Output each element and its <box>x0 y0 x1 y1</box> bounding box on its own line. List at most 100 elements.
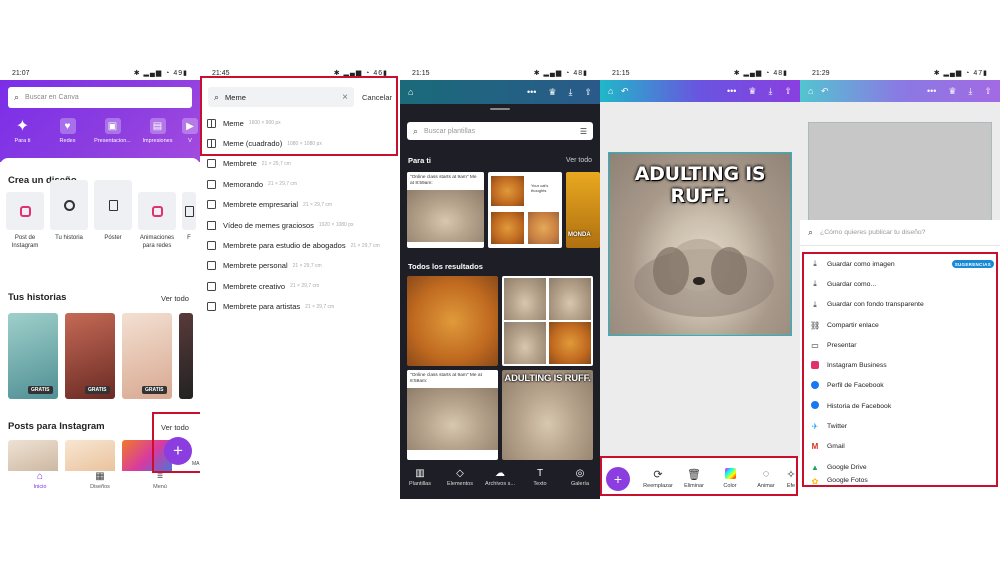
clear-icon[interactable]: × <box>342 92 348 103</box>
crown-icon[interactable]: ♛ <box>748 86 756 96</box>
template-card[interactable] <box>407 276 498 366</box>
download-icon[interactable]: ⤓ <box>568 87 572 97</box>
result-item[interactable]: Membrete para artistas 21 × 29,7 cm <box>200 297 400 317</box>
download-icon: ⤓ <box>813 279 817 289</box>
design-more[interactable]: F <box>182 192 196 250</box>
design-tu-historia[interactable]: Tu historia <box>50 180 88 250</box>
design-animaciones[interactable]: Animaciones para redes <box>138 192 176 250</box>
tab-galeria[interactable]: ◎ Galería <box>561 468 599 499</box>
template-card[interactable]: "Online class starts at 9am" Me at 8:59a… <box>407 172 484 248</box>
home-icon[interactable]: ⌂ <box>808 86 813 96</box>
result-item[interactable]: Membrete para estudio de abogados 21 × 29… <box>200 235 400 255</box>
search-input[interactable]: ⌕ Meme × <box>208 87 354 107</box>
option-guardar-imagen[interactable]: ⤓ Guardar como imagen SUGERENCIAS <box>800 254 1000 274</box>
print-icon: ▤ <box>149 118 166 134</box>
story-card[interactable]: GRATIS <box>65 313 115 399</box>
filter-icon[interactable]: ☰ <box>580 127 587 136</box>
home-icon[interactable]: ⌂ <box>408 87 413 97</box>
tool-reemplazar[interactable]: ⟳ Reemplazar <box>640 468 676 489</box>
see-all-link[interactable]: Ver todo <box>566 157 592 164</box>
template-card[interactable]: "Online class starts at 9am" Me at 8:59a… <box>407 370 498 460</box>
template-card[interactable]: Your cat's thoughts <box>488 172 562 248</box>
tab-plantillas[interactable]: ▥ Plantillas <box>401 468 439 499</box>
option-google-fotos[interactable]: ✿ Google Fotos <box>800 477 1000 487</box>
category-presentaciones[interactable]: ▣ Presentacion... <box>90 118 135 144</box>
animate-icon: ◌ <box>762 468 770 480</box>
template-search-input[interactable]: ⌕ Buscar plantillas ☰ <box>407 122 593 140</box>
category-para-ti[interactable]: ✦ Para ti <box>0 118 45 144</box>
option-gmail[interactable]: M Gmail <box>800 437 1000 457</box>
meme-image[interactable]: ADULTING IS RUFF. <box>608 152 792 336</box>
category-video[interactable]: ▶ V <box>180 118 200 144</box>
tool-animar[interactable]: ◌ Animar <box>748 468 784 489</box>
result-item[interactable]: Meme 1600 × 900 px <box>200 113 400 133</box>
search-input[interactable]: ⌕ Buscar en Canva <box>8 87 192 108</box>
more-icon[interactable]: ••• <box>527 87 536 97</box>
category-label: V <box>188 138 192 144</box>
add-fab-button[interactable]: + <box>606 466 630 491</box>
download-icon[interactable]: ⤓ <box>968 86 972 96</box>
template-card[interactable]: ADULTING IS RUFF. <box>502 370 593 460</box>
phone-editor: 21:15 ✱ ▂▄▆ ◔ 48▮ ⌂ ↶ ••• ♛ ⤓ ⇪ ADULTING IS… <box>600 66 800 499</box>
result-item[interactable]: Membrete personal 21 × 29,7 cm <box>200 256 400 276</box>
tab-archivos[interactable]: ☁ Archivos s... <box>481 468 519 499</box>
result-item[interactable]: Membrete 21 × 29,7 cm <box>200 154 400 174</box>
undo-icon[interactable]: ↶ <box>821 86 829 96</box>
tool-color[interactable]: Color <box>712 468 748 489</box>
templates-panel: ⌕ Buscar plantillas ☰ Para ti Ver todo "… <box>400 114 600 464</box>
option-label: Perfil de Facebook <box>827 382 884 390</box>
share-icon[interactable]: ⇪ <box>984 86 992 96</box>
stories-see-all-link[interactable]: Ver todo <box>161 294 189 303</box>
create-fab-button[interactable]: + <box>164 437 192 465</box>
nav-menu[interactable]: ≡ Menú <box>140 471 180 499</box>
category-bar: ✦ Para ti ♥ Redes ▣ Presentacion... ▤ Impres… <box>0 118 200 144</box>
option-compartir-enlace[interactable]: ⛓ Compartir enlace <box>800 315 1000 335</box>
more-icon[interactable]: ••• <box>727 86 736 96</box>
option-presentar[interactable]: ▭ Presentar <box>800 335 1000 355</box>
result-item[interactable]: Membrete empresarial 21 × 29,7 cm <box>200 195 400 215</box>
story-card[interactable]: GRATIS <box>122 313 172 399</box>
option-twitter[interactable]: ✈ Twitter <box>800 416 1000 436</box>
template-card[interactable] <box>502 276 593 366</box>
tool-eliminar[interactable]: 🗑 Eliminar <box>676 468 712 489</box>
story-card[interactable]: GRATIS <box>8 313 58 399</box>
crown-icon[interactable]: ♛ <box>948 86 956 96</box>
undo-icon[interactable]: ↶ <box>621 86 629 96</box>
design-post-instagram[interactable]: Post de Instagram <box>6 192 44 250</box>
drag-handle[interactable] <box>490 108 510 110</box>
result-item[interactable]: Meme (cuadrado) 1080 × 1080 px <box>200 133 400 153</box>
template-image <box>528 212 559 244</box>
nav-inicio[interactable]: ⌂ Inicio <box>20 471 60 499</box>
result-item[interactable]: Memorando 21 × 29,7 cm <box>200 174 400 194</box>
story-card[interactable] <box>179 313 193 399</box>
design-types: Post de Instagram Tu historia Póster Ani… <box>6 180 196 250</box>
option-historia-facebook[interactable]: Historia de Facebook <box>800 396 1000 416</box>
nav-disenos[interactable]: ▦ Diseños <box>80 471 120 499</box>
option-instagram-business[interactable]: Instagram Business <box>800 355 1000 375</box>
option-fondo-transparente[interactable]: ⤓ Guardar con fondo transparente <box>800 295 1000 315</box>
more-icon[interactable]: ••• <box>927 86 936 96</box>
category-impresiones[interactable]: ▤ Impresiones <box>135 118 180 144</box>
category-redes[interactable]: ♥ Redes <box>45 118 90 144</box>
publish-search-input[interactable]: ⌕ ¿Cómo quieres publicar tu diseño? <box>800 220 1000 246</box>
home-icon[interactable]: ⌂ <box>608 86 613 96</box>
result-item[interactable]: Membrete creativo 21 × 29,7 cm <box>200 276 400 296</box>
option-guardar-como[interactable]: ⤓ Guardar como... <box>800 274 1000 294</box>
posts-see-all-link[interactable]: Ver todo <box>161 423 189 432</box>
share-icon[interactable]: ⇪ <box>784 86 792 96</box>
tool-efectos[interactable]: ✧ Efe <box>784 468 798 489</box>
design-poster[interactable]: Póster <box>94 180 132 250</box>
option-label: Instagram Business <box>827 362 887 370</box>
result-item[interactable]: Vídeo de memes graciosos 1920 × 1080 px <box>200 215 400 235</box>
crown-icon[interactable]: ♛ <box>548 87 556 97</box>
option-google-drive[interactable]: ▲ Google Drive <box>800 457 1000 477</box>
result-dimensions: 1080 × 1080 px <box>287 140 322 147</box>
cancel-button[interactable]: Cancelar <box>362 93 392 102</box>
template-card[interactable]: MONDA <box>566 172 600 248</box>
download-icon[interactable]: ⤓ <box>768 86 772 96</box>
tab-texto[interactable]: T Texto <box>521 468 559 499</box>
tab-elementos[interactable]: ◇ Elementos <box>441 468 479 499</box>
share-icon[interactable]: ⇪ <box>584 87 592 97</box>
option-perfil-facebook[interactable]: Perfil de Facebook <box>800 376 1000 396</box>
nav-label: Inicio <box>33 484 47 490</box>
